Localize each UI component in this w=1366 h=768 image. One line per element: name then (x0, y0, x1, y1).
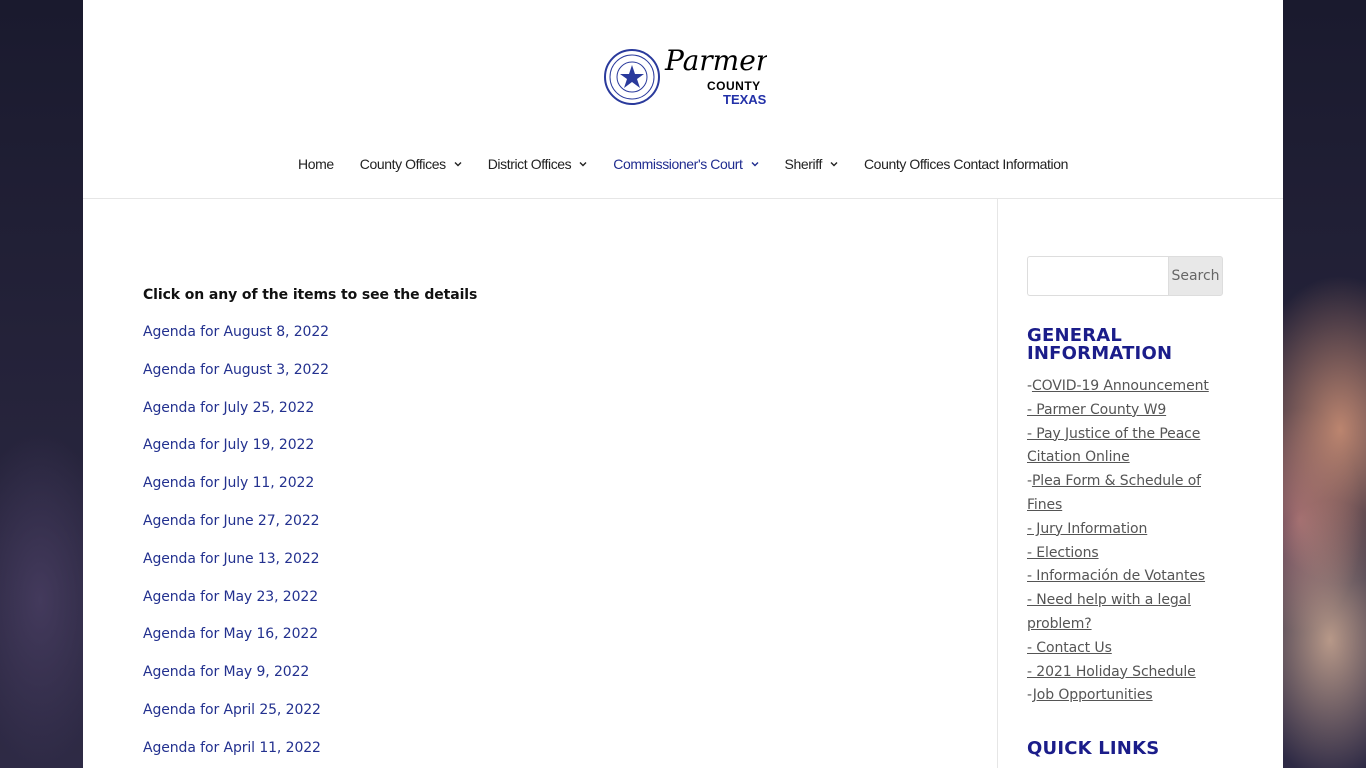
nav-county-offices-label: County Offices (359, 156, 446, 172)
chevron-down-icon (751, 162, 759, 167)
chevron-down-icon (579, 162, 587, 167)
search-form: Search (1027, 256, 1223, 296)
agenda-link[interactable]: Agenda for July 11, 2022 (143, 475, 314, 491)
intro-text: Click on any of the items to see the det… (143, 287, 478, 303)
list-item: Agenda for April 11, 2022 (143, 737, 943, 768)
agenda-link[interactable]: Agenda for May 23, 2022 (143, 589, 318, 605)
job-opportunities-link[interactable]: Job Opportunities (1033, 687, 1153, 703)
search-button[interactable]: Search (1168, 256, 1223, 296)
agenda-link[interactable]: Agenda for May 9, 2022 (143, 664, 309, 680)
agenda-link[interactable]: Agenda for July 19, 2022 (143, 437, 314, 453)
svg-text:COUNTY: COUNTY (707, 79, 761, 93)
nav-contact-information-label: County Offices Contact Information (863, 156, 1068, 172)
list-item: -Plea Form & Schedule of Fines (1027, 470, 1223, 518)
elections-link[interactable]: - Elections (1027, 545, 1099, 561)
nav-sheriff[interactable]: Sheriff (785, 153, 838, 175)
sidebar: Search GENERAL INFORMATION -COVID-19 Ann… (1027, 256, 1223, 768)
nav-sheriff-label: Sheriff (784, 156, 823, 172)
nav-district-offices[interactable]: District Offices (488, 153, 588, 175)
list-item: - Need help with a legal problem? (1027, 589, 1223, 637)
contact-us-link[interactable]: - Contact Us (1027, 640, 1112, 656)
list-item: Agenda for May 23, 2022 (143, 586, 943, 624)
list-item: - 2021 Holiday Schedule (1027, 661, 1223, 685)
list-item: Agenda for July 19, 2022 (143, 434, 943, 472)
agenda-link[interactable]: Agenda for April 25, 2022 (143, 702, 321, 718)
nav-contact-information[interactable]: County Offices Contact Information (864, 153, 1068, 175)
site-header: Parmer COUNTY TEXAS Home County Offices … (83, 0, 1283, 199)
quick-links-heading: QUICK LINKS (1027, 738, 1160, 760)
list-item: - Información de Votantes (1027, 565, 1223, 589)
svg-text:TEXAS: TEXAS (723, 92, 767, 107)
voter-information-link[interactable]: - Información de Votantes (1027, 568, 1205, 584)
w9-link[interactable]: - Parmer County W9 (1027, 402, 1166, 418)
list-item: Agenda for August 8, 2022 (143, 321, 943, 359)
site-logo[interactable]: Parmer COUNTY TEXAS (603, 44, 767, 108)
agenda-link[interactable]: Agenda for August 8, 2022 (143, 324, 329, 340)
chevron-down-icon (454, 162, 462, 167)
list-item: - Parmer County W9 (1027, 399, 1223, 423)
nav-home-label: Home (297, 156, 334, 172)
main-content: Click on any of the items to see the det… (143, 287, 943, 768)
page-container: Parmer COUNTY TEXAS Home County Offices … (83, 0, 1283, 768)
sidebar-divider (997, 199, 998, 768)
nav-district-offices-label: District Offices (487, 156, 572, 172)
svg-text:Parmer: Parmer (664, 44, 767, 77)
list-item: -Job Opportunities (1027, 684, 1223, 708)
nav-commissioners-court-label: Commissioner's Court (613, 156, 743, 172)
chevron-down-icon (830, 162, 838, 167)
list-item: - Contact Us (1027, 637, 1223, 661)
list-item: Agenda for July 11, 2022 (143, 472, 943, 510)
list-item: Agenda for August 3, 2022 (143, 359, 943, 397)
list-item: -COVID-19 Announcement (1027, 375, 1223, 399)
legal-help-link[interactable]: - Need help with a legal problem? (1027, 592, 1191, 632)
nav-home[interactable]: Home (298, 153, 334, 175)
texas-seal-icon: Parmer COUNTY TEXAS (604, 44, 767, 107)
general-heading-line2: INFORMATION (1027, 343, 1173, 364)
general-information-heading: GENERAL INFORMATION (1027, 327, 1223, 363)
list-item: Agenda for June 27, 2022 (143, 510, 943, 548)
agenda-link[interactable]: Agenda for May 16, 2022 (143, 626, 318, 642)
main-nav: Home County Offices District Offices Com… (83, 153, 1283, 175)
list-item: - Jury Information (1027, 518, 1223, 542)
agenda-link[interactable]: Agenda for June 13, 2022 (143, 551, 320, 567)
list-item: Agenda for May 9, 2022 (143, 661, 943, 699)
agenda-list: Agenda for August 8, 2022 Agenda for Aug… (143, 321, 943, 768)
agenda-link[interactable]: Agenda for April 11, 2022 (143, 740, 321, 756)
list-item: Agenda for April 25, 2022 (143, 699, 943, 737)
list-item: Agenda for July 25, 2022 (143, 397, 943, 435)
list-item: - Pay Justice of the Peace Citation Onli… (1027, 423, 1223, 471)
agenda-link[interactable]: Agenda for July 25, 2022 (143, 400, 314, 416)
pay-citation-link[interactable]: - Pay Justice of the Peace Citation Onli… (1027, 426, 1200, 466)
list-item: Agenda for June 13, 2022 (143, 548, 943, 586)
list-item: - Elections (1027, 542, 1223, 566)
holiday-schedule-link[interactable]: - 2021 Holiday Schedule (1027, 664, 1196, 680)
search-input[interactable] (1027, 256, 1168, 296)
agenda-link[interactable]: Agenda for August 3, 2022 (143, 362, 329, 378)
nav-commissioners-court[interactable]: Commissioner's Court (613, 153, 759, 175)
list-item: Agenda for May 16, 2022 (143, 623, 943, 661)
jury-information-link[interactable]: - Jury Information (1027, 521, 1147, 537)
plea-form-link[interactable]: Plea Form & Schedule of Fines (1027, 473, 1201, 513)
agenda-link[interactable]: Agenda for June 27, 2022 (143, 513, 320, 529)
general-information-list: -COVID-19 Announcement - Parmer County W… (1027, 375, 1223, 708)
covid-announcement-link[interactable]: COVID-19 Announcement (1032, 378, 1209, 394)
nav-county-offices[interactable]: County Offices (360, 153, 462, 175)
